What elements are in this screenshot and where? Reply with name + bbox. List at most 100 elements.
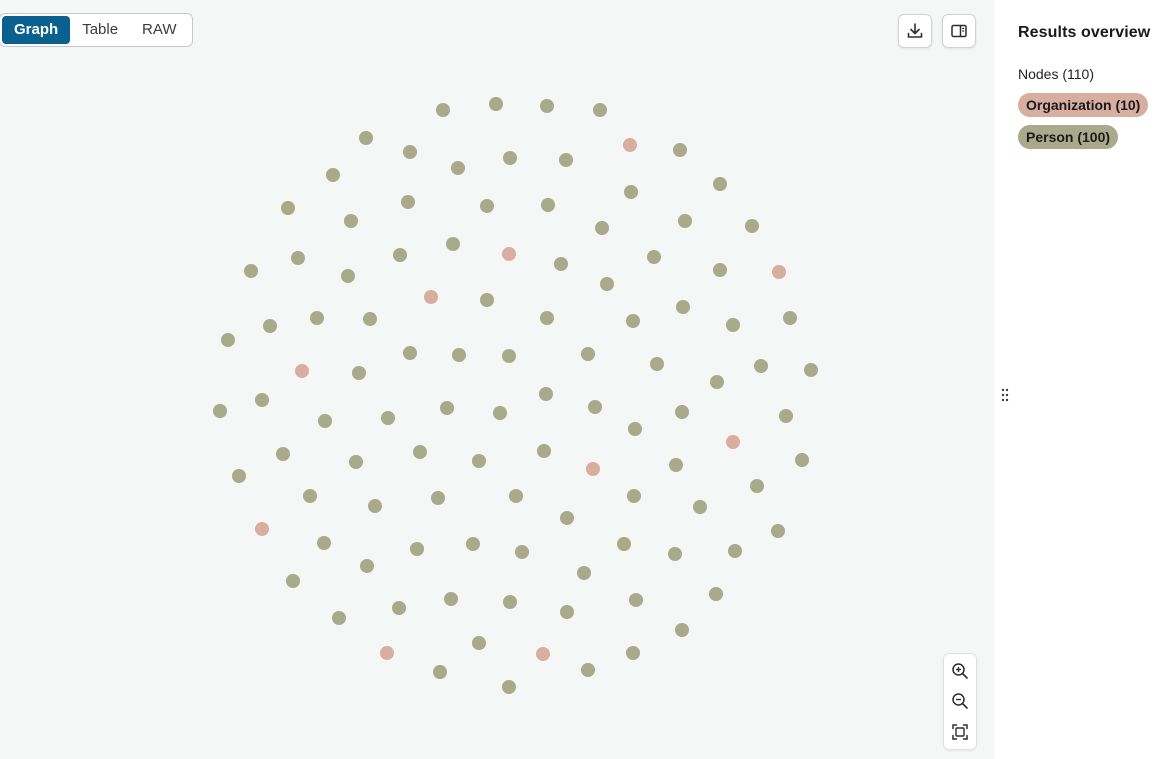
graph-node-organization[interactable] [772, 265, 786, 279]
graph-node-person[interactable] [303, 489, 317, 503]
graph-node-person[interactable] [709, 587, 723, 601]
graph-node-person[interactable] [540, 99, 554, 113]
graph-node-person[interactable] [581, 663, 595, 677]
graph-node-organization[interactable] [380, 646, 394, 660]
graph-node-person[interactable] [276, 447, 290, 461]
graph-node-person[interactable] [560, 605, 574, 619]
graph-node-person[interactable] [673, 143, 687, 157]
graph-node-person[interactable] [472, 636, 486, 650]
graph-node-person[interactable] [493, 406, 507, 420]
graph-node-person[interactable] [560, 511, 574, 525]
graph-node-person[interactable] [600, 277, 614, 291]
graph-node-person[interactable] [669, 458, 683, 472]
graph-node-person[interactable] [779, 409, 793, 423]
graph-node-person[interactable] [440, 401, 454, 415]
graph-node-person[interactable] [771, 524, 785, 538]
graph-node-person[interactable] [286, 574, 300, 588]
graph-node-person[interactable] [213, 404, 227, 418]
graph-node-person[interactable] [332, 611, 346, 625]
graph-node-person[interactable] [221, 333, 235, 347]
graph-node-person[interactable] [452, 348, 466, 362]
graph-node-person[interactable] [318, 414, 332, 428]
graph-node-person[interactable] [244, 264, 258, 278]
graph-node-person[interactable] [359, 131, 373, 145]
zoom-out-button[interactable] [946, 687, 974, 715]
graph-node-organization[interactable] [623, 138, 637, 152]
graph-node-person[interactable] [628, 422, 642, 436]
graph-node-person[interactable] [503, 595, 517, 609]
graph-node-person[interactable] [629, 593, 643, 607]
graph-node-person[interactable] [503, 151, 517, 165]
graph-node-person[interactable] [795, 453, 809, 467]
fit-to-screen-button[interactable] [946, 718, 974, 746]
graph-node-person[interactable] [541, 198, 555, 212]
graph-node-organization[interactable] [424, 290, 438, 304]
graph-node-organization[interactable] [295, 364, 309, 378]
graph-node-person[interactable] [676, 300, 690, 314]
graph-node-person[interactable] [326, 168, 340, 182]
graph-node-person[interactable] [352, 366, 366, 380]
graph-node-person[interactable] [668, 547, 682, 561]
graph-node-person[interactable] [451, 161, 465, 175]
graph-node-person[interactable] [403, 145, 417, 159]
graph-node-person[interactable] [393, 248, 407, 262]
graph-node-organization[interactable] [536, 647, 550, 661]
graph-node-person[interactable] [627, 489, 641, 503]
graph-node-person[interactable] [650, 357, 664, 371]
graph-node-person[interactable] [317, 536, 331, 550]
graph-node-person[interactable] [726, 318, 740, 332]
graph-node-person[interactable] [341, 269, 355, 283]
graph-node-person[interactable] [433, 665, 447, 679]
graph-node-person[interactable] [693, 500, 707, 514]
graph-node-person[interactable] [392, 601, 406, 615]
graph-node-person[interactable] [466, 537, 480, 551]
graph-node-person[interactable] [540, 311, 554, 325]
graph-node-person[interactable] [783, 311, 797, 325]
graph-node-organization[interactable] [726, 435, 740, 449]
graph-node-person[interactable] [710, 375, 724, 389]
label-chip-organization[interactable]: Organization (10) [1018, 93, 1149, 117]
toggle-sidebar-button[interactable] [942, 14, 976, 48]
tab-raw[interactable]: RAW [130, 16, 188, 44]
graph-node-person[interactable] [291, 251, 305, 265]
graph-node-person[interactable] [502, 349, 516, 363]
graph-node-person[interactable] [515, 545, 529, 559]
tab-graph[interactable]: Graph [2, 16, 71, 44]
graph-node-person[interactable] [624, 185, 638, 199]
zoom-in-button[interactable] [946, 657, 974, 685]
graph-node-person[interactable] [675, 623, 689, 637]
graph-node-person[interactable] [363, 312, 377, 326]
graph-canvas[interactable]: Graph Table RAW [0, 0, 994, 759]
graph-node-person[interactable] [626, 314, 640, 328]
graph-node-person[interactable] [344, 214, 358, 228]
download-button[interactable] [898, 14, 932, 48]
graph-node-person[interactable] [310, 311, 324, 325]
graph-node-person[interactable] [509, 489, 523, 503]
graph-node-person[interactable] [349, 455, 363, 469]
graph-node-person[interactable] [559, 153, 573, 167]
graph-node-person[interactable] [713, 177, 727, 191]
graph-node-person[interactable] [263, 319, 277, 333]
graph-node-person[interactable] [381, 411, 395, 425]
graph-node-person[interactable] [431, 491, 445, 505]
graph-node-person[interactable] [745, 219, 759, 233]
graph-node-person[interactable] [401, 195, 415, 209]
graph-node-person[interactable] [410, 542, 424, 556]
tab-table[interactable]: Table [70, 16, 130, 44]
graph-node-person[interactable] [588, 400, 602, 414]
graph-node-person[interactable] [255, 393, 269, 407]
panel-resize-handle[interactable] [999, 386, 1011, 404]
graph-node-person[interactable] [480, 199, 494, 213]
graph-node-person[interactable] [537, 444, 551, 458]
graph-node-person[interactable] [804, 363, 818, 377]
graph-node-person[interactable] [728, 544, 742, 558]
graph-node-person[interactable] [446, 237, 460, 251]
graph-node-person[interactable] [480, 293, 494, 307]
label-chip-person[interactable]: Person (100) [1018, 125, 1119, 149]
graph-node-person[interactable] [754, 359, 768, 373]
graph-node-person[interactable] [436, 103, 450, 117]
graph-node-person[interactable] [444, 592, 458, 606]
graph-node-person[interactable] [647, 250, 661, 264]
graph-node-person[interactable] [595, 221, 609, 235]
graph-node-organization[interactable] [255, 522, 269, 536]
